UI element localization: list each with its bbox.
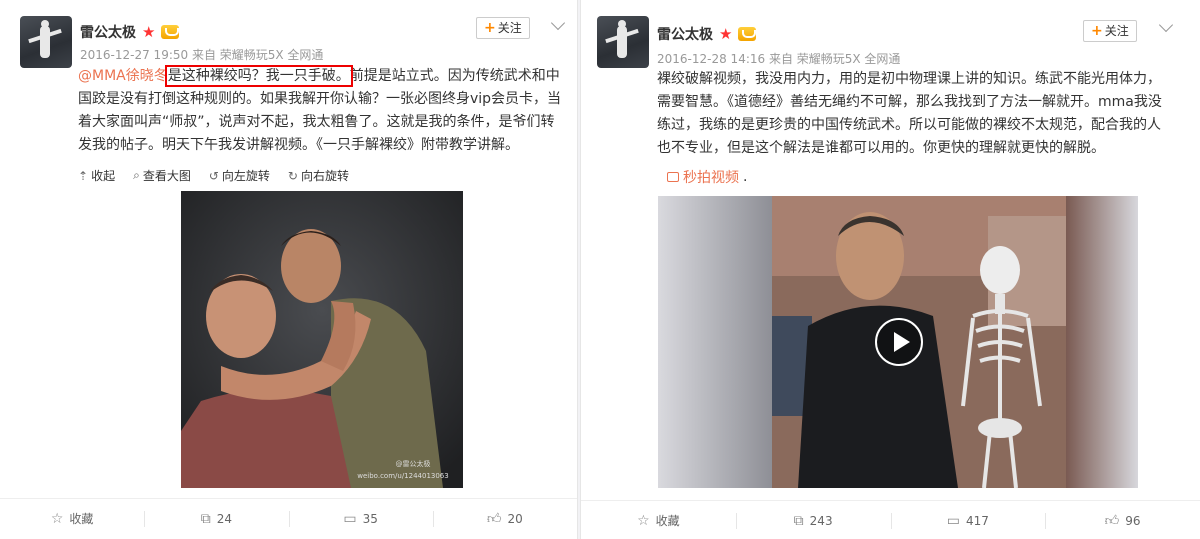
- highlighted-text: 是这种裸绞吗？我一只手破。: [164, 65, 353, 87]
- favorite-star-icon: ☆: [637, 512, 650, 529]
- username[interactable]: 雷公太极: [657, 24, 713, 44]
- comment-button[interactable]: ▭ 417: [890, 501, 1046, 539]
- name-row: 雷公太极 ★: [657, 24, 757, 44]
- repost-icon: ⧉: [793, 512, 804, 529]
- weibo-post-left: 雷公太极 ★ 2016-12-27 19:50 来自 荣耀畅玩5X 全网通 + …: [0, 0, 578, 539]
- star-icon: ★: [719, 25, 733, 43]
- view-large-button[interactable]: ⌕ 查看大图: [133, 167, 191, 184]
- video-player[interactable]: [658, 196, 1138, 488]
- avatar[interactable]: [20, 16, 72, 68]
- watermark-handle: @雷公太极: [396, 459, 431, 468]
- name-row: 雷公太极 ★: [80, 22, 180, 42]
- repost-button[interactable]: ⧉ 243: [735, 501, 891, 539]
- post-meta: 2016-12-27 19:50 来自 荣耀畅玩5X 全网通: [80, 48, 324, 62]
- vip-crown-icon: [161, 25, 180, 39]
- media-toolbar: ⇡ 收起 ⌕ 查看大图 ↺ 向左旋转 ↻ 向右旋转: [78, 167, 349, 184]
- post-meta: 2016-12-28 14:16 来自 荣耀畅玩5X 全网通: [657, 52, 901, 66]
- post-photo[interactable]: @雷公太极 weibo.com/u/1244013063: [181, 191, 463, 488]
- zoom-icon: ⌕: [133, 168, 140, 182]
- comment-icon: ▭: [343, 510, 357, 527]
- camera-icon: [667, 172, 679, 182]
- rotate-right-button[interactable]: ↻ 向右旋转: [288, 167, 349, 184]
- video-link-label: 秒拍视频: [683, 170, 739, 186]
- action-bar: ☆ 收藏 ⧉ 24 ▭ 35 👍︎ 20: [0, 498, 577, 538]
- comment-icon: ▭: [946, 512, 961, 529]
- collapse-button[interactable]: ⇡ 收起: [78, 167, 115, 184]
- favorite-button[interactable]: ☆ 收藏: [581, 501, 736, 539]
- repost-button[interactable]: ⧉ 24: [144, 499, 288, 538]
- mention-link[interactable]: @MMA徐晓冬: [78, 68, 168, 84]
- action-bar: ☆ 收藏 ⧉ 243 ▭ 417 👍︎ 96: [581, 500, 1200, 539]
- favorite-star-icon: ☆: [50, 510, 64, 527]
- star-icon: ★: [142, 23, 156, 41]
- avatar[interactable]: [597, 16, 649, 68]
- follow-label: 关注: [1104, 24, 1129, 38]
- comment-button[interactable]: ▭ 35: [288, 499, 433, 538]
- chevron-down-icon[interactable]: [1158, 17, 1174, 33]
- favorite-button[interactable]: ☆ 收藏: [0, 499, 144, 538]
- post-text: @MMA徐晓冬是这种裸绞吗？我一只手破。前提是站立式。因为传统武术和中国跤是没有…: [78, 65, 568, 157]
- chevron-down-icon[interactable]: [550, 15, 566, 31]
- weibo-post-right: 雷公太极 ★ 2016-12-28 14:16 来自 荣耀畅玩5X 全网通 + …: [580, 0, 1200, 539]
- chokehold-photo: @雷公太极 weibo.com/u/1244013063: [181, 191, 463, 488]
- username[interactable]: 雷公太极: [80, 22, 136, 42]
- collapse-icon: ⇡: [78, 168, 89, 183]
- rotate-left-icon: ↺: [208, 168, 219, 183]
- post-text: 裸绞破解视频，我没用内力，用的是初中物理课上讲的知识。练武不能光用体力，需要智慧…: [657, 68, 1172, 160]
- follow-label: 关注: [497, 21, 522, 35]
- like-button[interactable]: 👍︎ 96: [1045, 501, 1200, 539]
- vip-crown-icon: [738, 27, 757, 41]
- follow-button[interactable]: + 关注: [1083, 20, 1137, 42]
- post-body: 裸绞破解视频，我没用内力，用的是初中物理课上讲的知识。练武不能光用体力，需要智慧…: [657, 71, 1162, 156]
- rotate-left-button[interactable]: ↺ 向左旋转: [209, 167, 270, 184]
- rotate-right-icon: ↻: [287, 168, 298, 183]
- watermark-url: weibo.com/u/1244013063: [357, 472, 448, 480]
- repost-icon: ⧉: [200, 510, 211, 527]
- play-icon[interactable]: [875, 318, 923, 366]
- follow-button[interactable]: + 关注: [476, 17, 530, 39]
- plus-icon: +: [484, 20, 496, 36]
- like-button[interactable]: 👍︎ 20: [432, 499, 577, 538]
- video-link[interactable]: 秒拍视频 .: [667, 167, 747, 187]
- plus-icon: +: [1091, 23, 1103, 39]
- like-icon: 👍︎: [486, 511, 502, 527]
- like-icon: 👍︎: [1104, 513, 1120, 529]
